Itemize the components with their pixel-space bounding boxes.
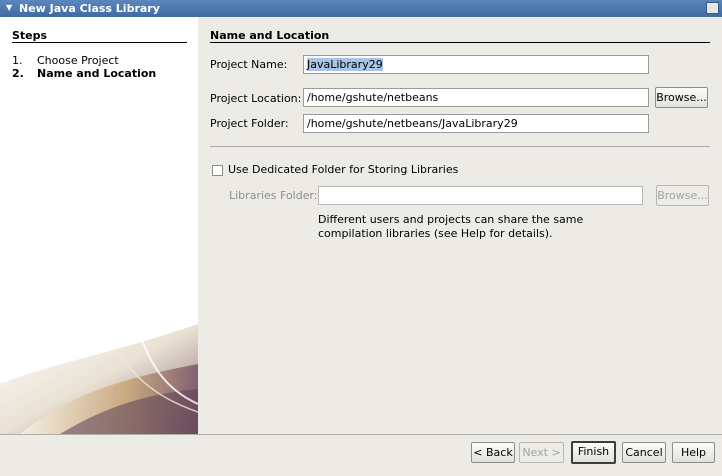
steps-panel: Steps 1. Choose Project 2. Name and Locati… xyxy=(0,17,198,434)
step-number: 2. xyxy=(12,67,24,80)
title-bar[interactable]: ▼ New Java Class Library xyxy=(0,0,722,17)
project-name-label: Project Name: xyxy=(210,58,288,71)
libraries-folder-label: Libraries Folder: xyxy=(229,189,318,202)
steps-divider xyxy=(12,42,187,43)
step-label: Name and Location xyxy=(37,67,157,80)
steps-title: Steps xyxy=(12,29,48,42)
browse-libraries-button[interactable]: Browse... xyxy=(656,185,709,206)
help-button[interactable]: Help xyxy=(672,442,715,463)
dedicated-folder-checkbox[interactable] xyxy=(212,165,223,176)
window-menu-icon[interactable]: ▼ xyxy=(6,3,12,12)
project-folder-field[interactable]: /home/gshute/netbeans/JavaLibrary29 xyxy=(303,114,649,133)
step-choose-project: 1. Choose Project xyxy=(12,54,119,67)
panel-title: Name and Location xyxy=(210,29,330,42)
project-folder-label: Project Folder: xyxy=(210,117,289,130)
next-button[interactable]: Next > xyxy=(519,442,564,463)
wizard-decoration-image xyxy=(0,294,198,434)
back-button[interactable]: < Back xyxy=(471,442,515,463)
step-name-and-location: 2. Name and Location xyxy=(12,67,156,80)
button-bar-divider xyxy=(0,434,722,435)
project-name-field[interactable]: JavaLibrary29 xyxy=(303,55,649,74)
section-separator xyxy=(210,146,710,147)
project-name-value: JavaLibrary29 xyxy=(307,58,383,71)
step-number: 1. xyxy=(12,54,23,67)
project-location-label: Project Location: xyxy=(210,92,302,105)
close-icon[interactable] xyxy=(706,2,719,14)
dedicated-folder-label[interactable]: Use Dedicated Folder for Storing Librari… xyxy=(228,163,458,176)
libraries-folder-field[interactable] xyxy=(318,186,643,205)
window-title: New Java Class Library xyxy=(19,2,160,15)
panel-title-divider xyxy=(210,42,710,43)
libraries-help-text: Different users and projects can share t… xyxy=(318,213,584,240)
cancel-button[interactable]: Cancel xyxy=(622,442,666,463)
browse-location-button[interactable]: Browse... xyxy=(655,87,708,108)
project-location-field[interactable]: /home/gshute/netbeans xyxy=(303,88,649,107)
step-label: Choose Project xyxy=(37,54,119,67)
finish-button[interactable]: Finish xyxy=(571,441,616,464)
